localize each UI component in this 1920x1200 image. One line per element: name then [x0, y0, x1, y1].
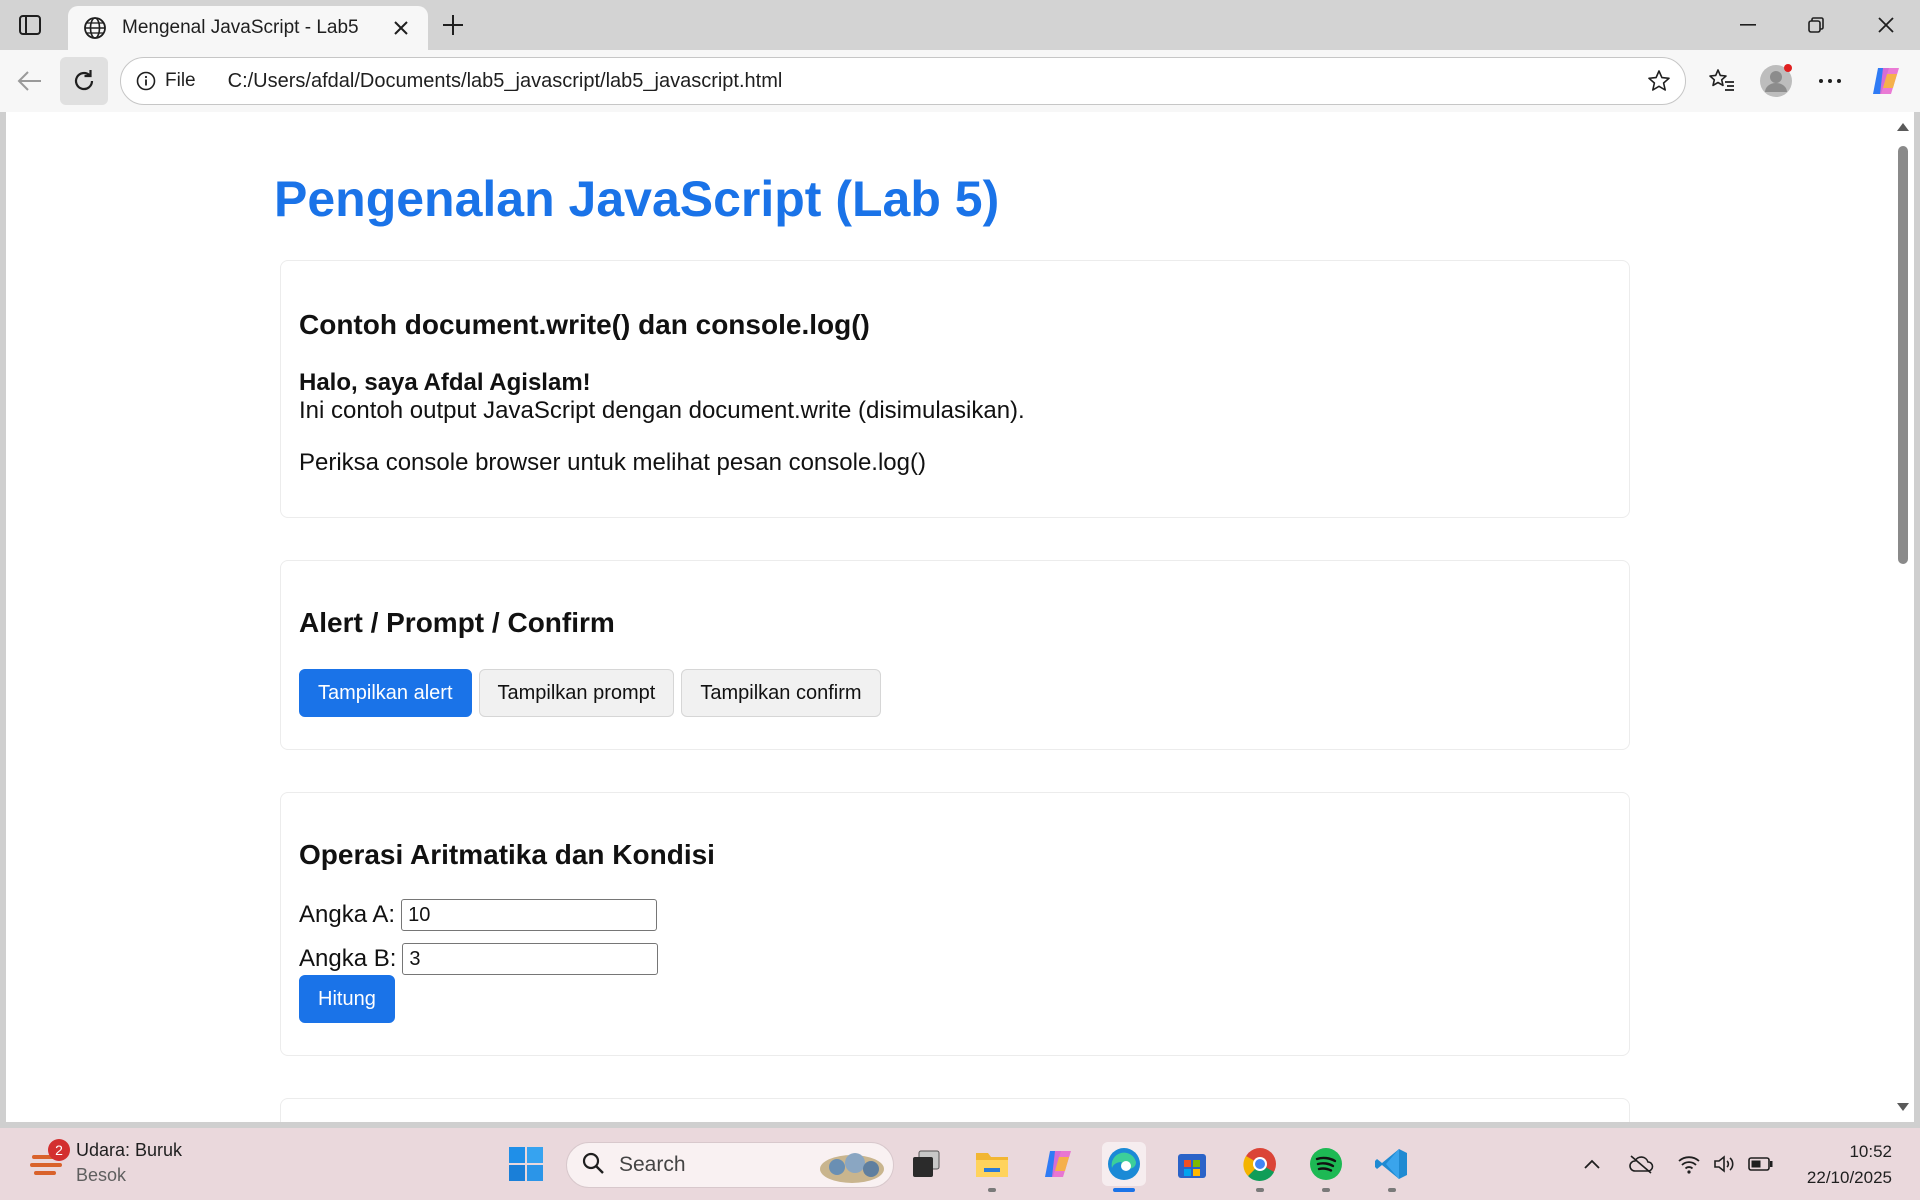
- spotify-icon[interactable]: [1304, 1142, 1348, 1192]
- write-output-text: Ini contoh output JavaScript dengan docu…: [299, 397, 1025, 424]
- search-highlight-icon: [817, 1145, 887, 1185]
- copilot-app-icon[interactable]: [1036, 1142, 1080, 1186]
- weather-widget[interactable]: 2 Udara: Buruk Besok: [30, 1139, 183, 1186]
- task-view-icon[interactable]: [904, 1142, 948, 1186]
- taskbar-search[interactable]: Search: [566, 1142, 894, 1188]
- angka-a-input[interactable]: [401, 899, 658, 931]
- info-icon[interactable]: [135, 70, 157, 92]
- windows-taskbar: 2 Udara: Buruk Besok Search 10:52 22/10/…: [0, 1128, 1920, 1200]
- card-dialogs: Alert / Prompt / Confirm Tampilkan alert…: [280, 560, 1630, 750]
- file-explorer-icon[interactable]: [970, 1142, 1014, 1192]
- volume-icon[interactable]: [1710, 1142, 1740, 1186]
- card-next-section: [280, 1098, 1630, 1122]
- back-icon[interactable]: [6, 57, 54, 105]
- weather-subtitle: Besok: [76, 1165, 127, 1185]
- favorite-star-icon[interactable]: [1639, 61, 1679, 101]
- alert-button[interactable]: Tampilkan alert: [299, 669, 472, 717]
- more-options-icon[interactable]: [1806, 57, 1854, 105]
- close-tab-icon[interactable]: [388, 15, 414, 41]
- prompt-button[interactable]: Tampilkan prompt: [478, 669, 675, 717]
- scheme-label: File: [165, 70, 196, 91]
- section-heading-write: Contoh document.write() dan console.log(…: [299, 309, 870, 340]
- microsoft-store-icon[interactable]: [1170, 1142, 1214, 1186]
- restore-icon[interactable]: [1782, 0, 1850, 50]
- profile-avatar-icon[interactable]: [1752, 57, 1800, 105]
- page-title: Pengenalan JavaScript (Lab 5): [274, 171, 1000, 227]
- section-heading-dialogs: Alert / Prompt / Confirm: [299, 607, 615, 638]
- browser-titlebar: Mengenal JavaScript - Lab5: [0, 0, 1920, 50]
- system-clock[interactable]: 10:52 22/10/2025: [1792, 1142, 1892, 1188]
- air-quality-icon: 2: [30, 1139, 70, 1183]
- globe-icon: [82, 15, 108, 41]
- vertical-scrollbar[interactable]: [1892, 112, 1914, 1122]
- hitung-button[interactable]: Hitung: [299, 975, 395, 1023]
- browser-tab-active[interactable]: Mengenal JavaScript - Lab5: [68, 6, 428, 50]
- angka-b-label: Angka B:: [299, 945, 397, 972]
- clock-date: 22/10/2025: [1806, 1168, 1892, 1187]
- browser-toolbar: File C:/Users/afdal/Documents/lab5_javas…: [0, 50, 1920, 112]
- tab-title: Mengenal JavaScript - Lab5: [122, 17, 359, 38]
- greeting-text: Halo, saya Afdal Agislam!: [299, 369, 591, 396]
- scroll-down-arrow-icon[interactable]: [1896, 1100, 1910, 1114]
- new-tab-icon[interactable]: [436, 8, 470, 42]
- angka-a-label: Angka A:: [299, 901, 396, 928]
- wifi-icon[interactable]: [1674, 1142, 1704, 1186]
- card-document-write: Contoh document.write() dan console.log(…: [280, 260, 1630, 518]
- close-window-icon[interactable]: [1852, 0, 1920, 50]
- windows-start-icon[interactable]: [504, 1142, 548, 1186]
- console-note-text: Periksa console browser untuk melihat pe…: [299, 449, 926, 476]
- cloud-offline-icon[interactable]: [1624, 1142, 1658, 1186]
- confirm-button[interactable]: Tampilkan confirm: [681, 669, 881, 717]
- url-text[interactable]: C:/Users/afdal/Documents/lab5_javascript…: [228, 70, 1639, 93]
- weather-title: Udara: Buruk: [76, 1140, 183, 1160]
- scroll-up-arrow-icon[interactable]: [1896, 120, 1910, 134]
- refresh-icon[interactable]: [60, 57, 108, 105]
- field-angka-a: Angka A:: [299, 899, 658, 931]
- edge-browser-icon[interactable]: [1102, 1142, 1146, 1192]
- show-hidden-icons-icon[interactable]: [1578, 1142, 1606, 1186]
- address-bar[interactable]: File C:/Users/afdal/Documents/lab5_javas…: [120, 57, 1686, 105]
- dialog-button-row: Tampilkan alert Tampilkan prompt Tampilk…: [299, 669, 881, 717]
- weather-badge: 2: [48, 1139, 70, 1161]
- card-arithmetic: Operasi Aritmatika dan Kondisi Angka A: …: [280, 792, 1630, 1056]
- chrome-icon[interactable]: [1238, 1142, 1282, 1192]
- page-viewport: Pengenalan JavaScript (Lab 5) Contoh doc…: [6, 112, 1914, 1122]
- favorites-icon[interactable]: [1698, 57, 1746, 105]
- battery-icon[interactable]: [1746, 1142, 1776, 1186]
- field-angka-b: Angka B:: [299, 943, 659, 975]
- copilot-icon[interactable]: [1862, 57, 1910, 105]
- search-placeholder: Search: [619, 1153, 686, 1176]
- clock-time: 10:52: [1849, 1142, 1892, 1161]
- angka-b-input[interactable]: [402, 943, 659, 975]
- tab-actions-icon[interactable]: [14, 11, 46, 39]
- minimize-icon[interactable]: [1714, 0, 1782, 50]
- search-icon: [581, 1151, 605, 1180]
- vscode-icon[interactable]: [1370, 1142, 1414, 1192]
- scrollbar-thumb[interactable]: [1898, 146, 1908, 564]
- section-heading-arithmetic: Operasi Aritmatika dan Kondisi: [299, 839, 715, 870]
